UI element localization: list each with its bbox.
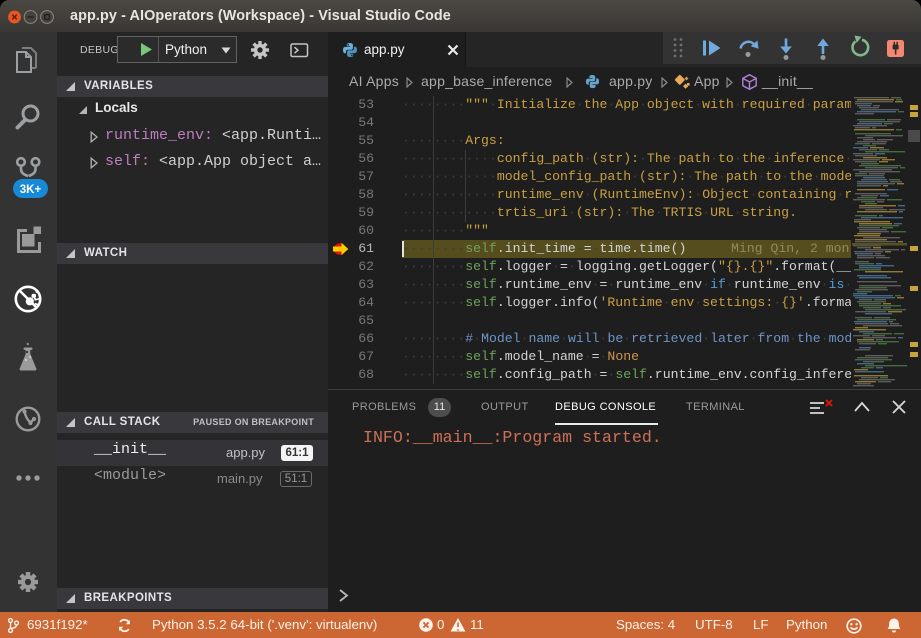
svg-text:3K+: 3K+ xyxy=(20,184,42,196)
